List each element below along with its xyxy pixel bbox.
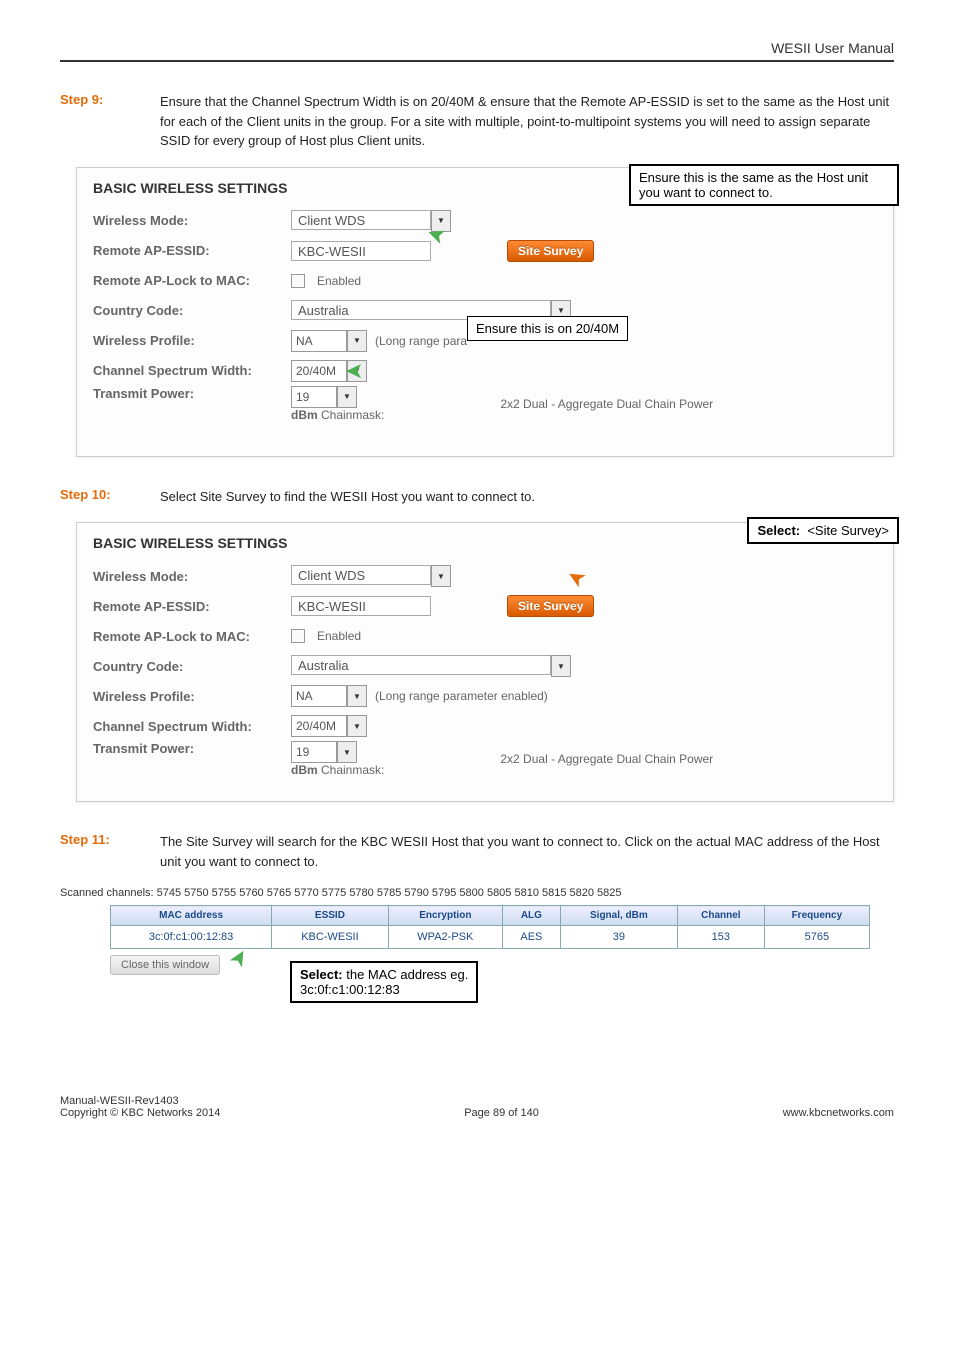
- chevron-down-icon[interactable]: ▼: [347, 715, 367, 737]
- col-signal: Signal, dBm: [560, 906, 677, 926]
- wireless-mode-select[interactable]: Client WDS ▼: [291, 210, 451, 232]
- wireless-mode-value: Client WDS: [291, 565, 431, 585]
- remote-essid-input[interactable]: KBC-WESII: [291, 596, 431, 616]
- footer-left-1: Manual-WESII-Rev1403: [60, 1095, 220, 1107]
- annotation-spectrum: Ensure this is on 20/40M: [467, 316, 628, 341]
- step-9-text: Ensure that the Channel Spectrum Width i…: [160, 92, 894, 151]
- tx-label: Transmit Power:: [93, 386, 283, 401]
- cell-mac[interactable]: 3c:0f:c1:00:12:83: [111, 926, 272, 949]
- cell-channel: 153: [677, 926, 764, 949]
- step-10: Step 10: Select Site Survey to find the …: [60, 487, 894, 507]
- chevron-down-icon[interactable]: ▼: [551, 655, 571, 677]
- wireless-mode-label: Wireless Mode:: [93, 213, 283, 228]
- profile-note: (Long range para: [375, 334, 467, 348]
- tx-select[interactable]: 19 ▼: [291, 386, 357, 408]
- spectrum-value: 20/40M: [291, 715, 347, 737]
- remote-essid-input[interactable]: KBC-WESII: [291, 241, 431, 261]
- country-label: Country Code:: [93, 303, 283, 318]
- annotation-host-unit: Ensure this is the same as the Host unit…: [629, 164, 899, 206]
- cell-freq: 5765: [764, 926, 869, 949]
- profile-value: NA: [291, 685, 347, 707]
- remote-essid-label: Remote AP-ESSID:: [93, 599, 283, 614]
- chevron-down-icon[interactable]: ▼: [431, 565, 451, 587]
- table-row[interactable]: 3c:0f:c1:00:12:83 KBC-WESII WPA2-PSK AES…: [111, 926, 870, 949]
- lock-mac-check-label: Enabled: [317, 274, 361, 288]
- col-channel: Channel: [677, 906, 764, 926]
- wireless-mode-select[interactable]: Client WDS ▼: [291, 565, 451, 587]
- col-enc: Encryption: [388, 906, 502, 926]
- header-rule: [60, 60, 894, 62]
- chevron-down-icon[interactable]: ▼: [337, 741, 357, 763]
- chain-note: 2x2 Dual - Aggregate Dual Chain Power: [500, 397, 713, 411]
- step-9: Step 9: Ensure that the Channel Spectrum…: [60, 92, 894, 151]
- spectrum-value: 20/40M: [291, 360, 347, 382]
- cell-essid: KBC-WESII: [272, 926, 389, 949]
- dbm-chainmask-label: dBm Chainmask:: [291, 408, 384, 422]
- page-footer: Manual-WESII-Rev1403 Copyright © KBC Net…: [60, 1095, 894, 1119]
- arrow-icon: ➤: [345, 358, 363, 384]
- footer-left-2: Copyright © KBC Networks 2014: [60, 1107, 220, 1119]
- chevron-down-icon[interactable]: ▼: [337, 386, 357, 408]
- wireless-mode-value: Client WDS: [291, 210, 431, 230]
- step-11-text: The Site Survey will search for the KBC …: [160, 832, 894, 871]
- basic-wireless-panel-2: BASIC WIRELESS SETTINGS Wireless Mode: C…: [76, 522, 894, 802]
- profile-select[interactable]: NA ▼: [291, 685, 367, 707]
- basic-wireless-panel-1: BASIC WIRELESS SETTINGS Wireless Mode: C…: [76, 167, 894, 457]
- tx-value: 19: [291, 741, 337, 763]
- close-window-button[interactable]: Close this window: [110, 955, 220, 975]
- annotation-select-mac: Select: the MAC address eg. 3c:0f:c1:00:…: [290, 961, 478, 1003]
- col-essid: ESSID: [272, 906, 389, 926]
- col-mac: MAC address: [111, 906, 272, 926]
- tx-label: Transmit Power:: [93, 741, 283, 756]
- step-11-label: Step 11:: [60, 832, 160, 871]
- profile-value: NA: [291, 330, 347, 352]
- lock-mac-checkbox[interactable]: [291, 274, 305, 288]
- col-alg: ALG: [502, 906, 560, 926]
- step-10-label: Step 10:: [60, 487, 160, 507]
- step-9-label: Step 9:: [60, 92, 160, 151]
- lock-mac-label: Remote AP-Lock to MAC:: [93, 629, 283, 644]
- cell-enc: WPA2-PSK: [388, 926, 502, 949]
- chain-note: 2x2 Dual - Aggregate Dual Chain Power: [500, 752, 713, 766]
- step-10-text: Select Site Survey to find the WESII Hos…: [160, 487, 535, 507]
- tx-select[interactable]: 19 ▼: [291, 741, 357, 763]
- tx-value: 19: [291, 386, 337, 408]
- footer-right: www.kbcnetworks.com: [783, 1107, 894, 1119]
- spectrum-label: Channel Spectrum Width:: [93, 363, 283, 378]
- scanned-channels-text: Scanned channels: 5745 5750 5755 5760 57…: [60, 887, 894, 899]
- page-header: WESII User Manual: [60, 40, 894, 60]
- country-value: Australia: [291, 655, 551, 675]
- chevron-down-icon[interactable]: ▼: [347, 685, 367, 707]
- spectrum-label: Channel Spectrum Width:: [93, 719, 283, 734]
- footer-mid: Page 89 of 140: [464, 1107, 539, 1119]
- table-header-row: MAC address ESSID Encryption ALG Signal,…: [111, 906, 870, 926]
- profile-note: (Long range parameter enabled): [375, 689, 548, 703]
- profile-label: Wireless Profile:: [93, 689, 283, 704]
- chevron-down-icon[interactable]: ▼: [347, 330, 367, 352]
- lock-mac-check-label: Enabled: [317, 629, 361, 643]
- step-11: Step 11: The Site Survey will search for…: [60, 832, 894, 871]
- spectrum-select[interactable]: 20/40M ▼: [291, 715, 367, 737]
- remote-essid-label: Remote AP-ESSID:: [93, 243, 283, 258]
- dbm-chainmask-label: dBm Chainmask:: [291, 763, 384, 777]
- site-survey-button[interactable]: Site Survey: [507, 240, 594, 262]
- profile-label: Wireless Profile:: [93, 333, 283, 348]
- lock-mac-label: Remote AP-Lock to MAC:: [93, 273, 283, 288]
- cell-alg: AES: [502, 926, 560, 949]
- profile-select[interactable]: NA ▼: [291, 330, 367, 352]
- country-label: Country Code:: [93, 659, 283, 674]
- cell-signal: 39: [560, 926, 677, 949]
- col-freq: Frequency: [764, 906, 869, 926]
- wireless-mode-label: Wireless Mode:: [93, 569, 283, 584]
- country-select[interactable]: Australia ▼: [291, 655, 571, 677]
- lock-mac-checkbox[interactable]: [291, 629, 305, 643]
- annotation-select-site-survey: Select: <Site Survey>: [747, 517, 899, 544]
- site-survey-button[interactable]: Site Survey: [507, 595, 594, 617]
- scan-results-table: MAC address ESSID Encryption ALG Signal,…: [110, 905, 870, 949]
